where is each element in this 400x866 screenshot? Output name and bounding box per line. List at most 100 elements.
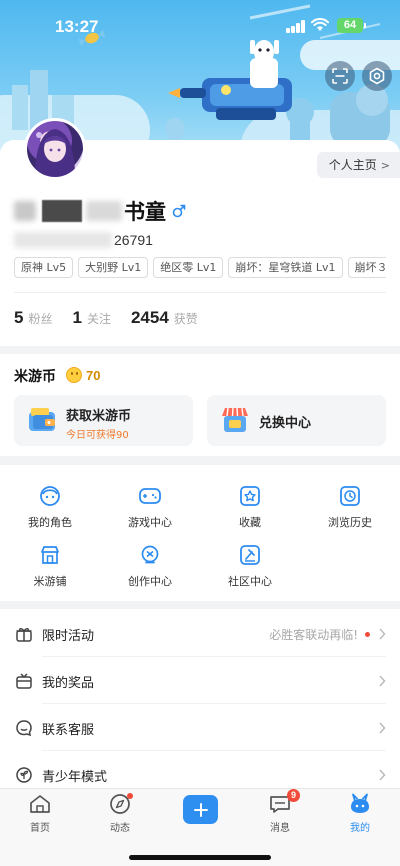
create-icon	[141, 545, 159, 564]
chevron-right-icon: >	[380, 159, 390, 172]
plus-icon	[193, 802, 208, 817]
redacted-uid-part	[14, 232, 112, 248]
nickname: 书童	[124, 200, 166, 224]
tab-feed[interactable]: 动态	[80, 793, 160, 839]
grid-item-miyou-shop[interactable]: 米游铺	[0, 544, 100, 600]
tab-me[interactable]: 我的	[320, 793, 400, 839]
menu-item-label: 青少年模式	[42, 769, 108, 785]
grid-item-browse-history[interactable]: 浏览历史	[300, 485, 400, 541]
wallet-icon	[29, 408, 55, 431]
grid-item-creator-center[interactable]: 创作中心	[100, 544, 200, 600]
create-post-button[interactable]	[183, 795, 218, 824]
nickname-row: 书童	[14, 196, 186, 226]
coins-title: 米游币	[14, 369, 56, 385]
settings-menu: 限时活动 必胜客联动再临! 我的奖品 联系客服 青少年模式	[0, 609, 400, 789]
home-icon	[30, 795, 50, 813]
gamepad-icon	[139, 488, 161, 504]
game-tag[interactable]: 大别野 Lv1	[78, 257, 149, 278]
likes-label: 获赞	[173, 312, 198, 326]
status-bar: 13:27 64	[0, 0, 400, 50]
redacted-name-part	[86, 201, 122, 221]
personal-homepage-button[interactable]: 个人主页 >	[316, 152, 400, 178]
grid-item-label: 浏览历史	[328, 516, 372, 529]
avatar-portrait	[35, 129, 75, 177]
cellular-signal-icon	[286, 20, 306, 33]
divider	[14, 292, 386, 293]
store-icon	[222, 407, 248, 432]
exchange-center-title: 兑换中心	[259, 416, 312, 431]
likes-count: 2454	[130, 308, 169, 327]
divider	[42, 750, 386, 751]
gift-icon	[14, 624, 34, 644]
menu-item-label: 限时活动	[42, 628, 95, 644]
profile-stats: 5 粉丝 1 关注 2454 获赞	[14, 308, 218, 332]
tab-label: 消息	[270, 823, 290, 834]
fans-label: 粉丝	[28, 312, 53, 326]
menu-item-limited-events[interactable]: 限时活动 必胜客联动再临!	[0, 611, 400, 657]
scan-icon	[332, 68, 348, 84]
gear-icon	[369, 67, 385, 85]
chevron-right-icon	[379, 769, 386, 781]
battery-indicator: 64	[337, 18, 366, 33]
male-gender-icon	[172, 204, 186, 218]
messages-badge: 9	[287, 789, 300, 802]
divider	[42, 656, 386, 657]
following-count[interactable]: 1	[72, 308, 81, 328]
tab-label: 动态	[110, 823, 130, 834]
divider	[42, 703, 386, 704]
uid-text: 26791	[114, 232, 153, 248]
notification-dot	[365, 631, 370, 637]
menu-item-label: 我的奖品	[42, 675, 95, 691]
chevron-right-icon	[379, 675, 386, 687]
grid-item-label: 收藏	[239, 516, 261, 529]
following-label: 关注	[86, 312, 111, 326]
earn-coins-title: 获取米游币	[66, 409, 132, 424]
game-tag[interactable]: 绝区零 Lv1	[153, 257, 224, 278]
menu-item-my-prizes[interactable]: 我的奖品	[0, 658, 400, 704]
tab-messages[interactable]: 9 消息	[240, 789, 320, 839]
settings-button[interactable]	[362, 61, 392, 91]
coins-section: 米游币 70 获取米游币 今日可获得90 兑换中心	[0, 354, 400, 456]
grid-item-favorites[interactable]: 收藏	[200, 485, 300, 541]
character-face-icon	[40, 486, 60, 506]
menu-item-teen-mode[interactable]: 青少年模式	[0, 752, 400, 789]
shop-icon	[41, 546, 59, 564]
avatar[interactable]	[24, 118, 86, 180]
game-level-tags: 原神 Lv5 大别野 Lv1 绝区零 Lv1 崩坏：星穹铁道 Lv1 崩坏３ L…	[14, 257, 386, 279]
profile-card: 个人主页 > 书童 26791 原神 Lv5 大别野 Lv1 绝区零 Lv1 崩坏…	[0, 118, 400, 346]
coin-balance: 70	[66, 365, 100, 385]
home-indicator	[129, 855, 271, 860]
fans-count[interactable]: 5	[14, 308, 23, 328]
homepage-label: 个人主页	[328, 158, 377, 172]
tab-label: 首页	[30, 823, 50, 834]
earn-coins-card[interactable]: 获取米游币 今日可获得90	[14, 395, 193, 446]
uid-row: 26791	[14, 230, 153, 250]
grid-item-label: 米游铺	[33, 575, 67, 588]
coin-value: 70	[86, 367, 101, 383]
tab-label: 我的	[350, 823, 370, 834]
grid-item-label: 我的角色	[28, 516, 72, 529]
earn-coins-subtitle: 今日可获得90	[66, 430, 129, 441]
customer-service-icon	[14, 718, 34, 738]
grid-item-label: 创作中心	[128, 575, 172, 588]
chevron-right-icon	[379, 722, 386, 734]
sprout-icon	[14, 765, 34, 785]
grid-item-game-center[interactable]: 游戏中心	[100, 485, 200, 541]
game-tag[interactable]: 崩坏３ Lv	[347, 257, 386, 278]
menu-item-customer-service[interactable]: 联系客服	[0, 705, 400, 751]
exchange-center-card[interactable]: 兑换中心	[207, 395, 386, 446]
coin-icon	[66, 367, 82, 383]
game-tag[interactable]: 原神 Lv5	[14, 257, 74, 278]
bunny-mascot-icon	[351, 793, 369, 813]
grid-item-label: 游戏中心	[128, 516, 172, 529]
scan-button[interactable]	[325, 61, 355, 91]
prize-box-icon	[14, 671, 34, 691]
game-tag[interactable]: 崩坏：星穹铁道 Lv1	[228, 257, 343, 278]
grid-item-my-characters[interactable]: 我的角色	[0, 485, 100, 541]
grid-item-community-center[interactable]: 社区中心	[200, 544, 300, 600]
feed-notification-dot	[127, 793, 133, 799]
function-grid: 我的角色 游戏中心 收藏 浏览历史 米游铺 创作中心 社区中心	[0, 465, 400, 601]
tab-home[interactable]: 首页	[0, 793, 80, 839]
grid-item-label: 社区中心	[228, 575, 272, 588]
redacted-name-part	[42, 200, 82, 222]
